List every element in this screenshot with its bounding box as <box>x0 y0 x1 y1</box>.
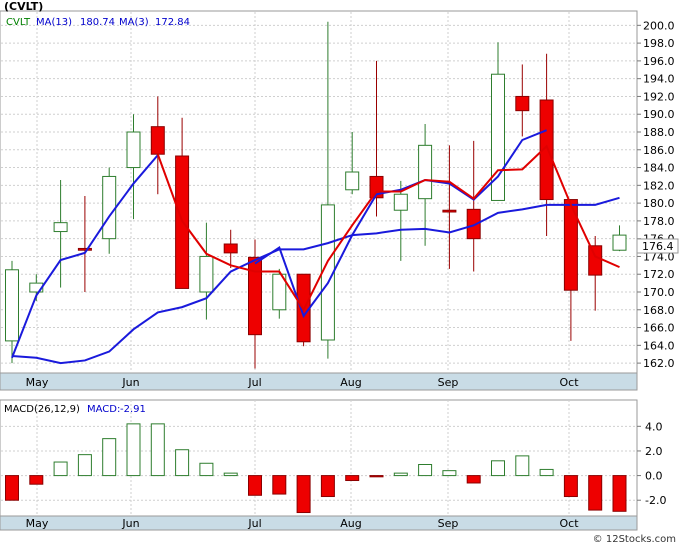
candle-body <box>223 243 238 254</box>
macd-bar <box>588 475 603 511</box>
macd-bar <box>126 423 141 477</box>
price-ytick-label: 162.0 <box>643 357 675 370</box>
price-ytick-label: 164.0 <box>643 339 675 352</box>
macd-legend-value: -2.91 <box>120 404 146 415</box>
price-ytick-label: 200.0 <box>643 19 675 32</box>
last-price-label: 176.4 <box>642 240 674 253</box>
candle-body <box>5 269 19 342</box>
price-xtick-label: Oct <box>559 376 579 389</box>
candle-body <box>442 209 457 213</box>
price-y-axis: 162.0164.0166.0168.0170.0172.0174.0176.0… <box>637 19 675 370</box>
price-ytick-label: 170.0 <box>643 286 675 299</box>
chart-title: (CVLT) <box>4 0 43 13</box>
candle-body <box>612 234 627 251</box>
macd-bar <box>539 468 554 477</box>
macd-bar <box>175 449 190 477</box>
price-ytick-label: 172.0 <box>643 268 675 281</box>
macd-bar <box>442 470 457 477</box>
macd-panel-frame <box>0 399 638 517</box>
candle-body <box>248 256 262 336</box>
macd-bar <box>199 462 214 477</box>
stock-chart: 162.0164.0166.0168.0170.0172.0174.0176.0… <box>0 0 679 545</box>
macd-xtick-label: Oct <box>559 517 579 530</box>
macd-ytick-label: 0.0 <box>645 470 663 483</box>
price-ytick-label: 184.0 <box>643 162 675 175</box>
price-xtick-label: Aug <box>340 376 361 389</box>
macd-ytick-label: 2.0 <box>645 445 663 458</box>
legend-ma13-value: 180.74 <box>80 17 115 28</box>
macd-y-axis: -2.0 0.0 2.0 4.0 <box>637 420 666 507</box>
legend-ticker: CVLT <box>6 17 31 28</box>
macd-bar <box>515 455 530 477</box>
candle-body <box>515 95 530 112</box>
macd-bar <box>491 460 505 477</box>
candle-body <box>126 131 141 169</box>
candle-body <box>199 255 214 293</box>
price-xtick-label: Sep <box>438 376 459 389</box>
price-ytick-label: 198.0 <box>643 37 675 50</box>
macd-ytick-label: 4.0 <box>645 420 663 433</box>
macd-bar <box>248 475 262 496</box>
macd-legend-label: MACD: <box>87 404 120 415</box>
price-x-axis-band <box>0 372 638 391</box>
macd-bar <box>102 438 117 477</box>
price-ytick-label: 182.0 <box>643 179 675 192</box>
macd-xtick-label: Sep <box>438 517 459 530</box>
macd-ytick-label: -2.0 <box>645 494 666 507</box>
macd-bar <box>223 472 238 477</box>
macd-bar <box>369 475 384 478</box>
price-ytick-label: 168.0 <box>643 304 675 317</box>
macd-bar <box>29 475 44 485</box>
price-panel-frame <box>0 10 638 391</box>
macd-bar <box>345 475 360 482</box>
legend-ma13-label: MA(13) <box>36 17 72 28</box>
price-ytick-label: 188.0 <box>643 126 675 139</box>
macd-xtick-label: Aug <box>340 517 361 530</box>
price-ytick-label: 180.0 <box>643 197 675 210</box>
macd-bar <box>77 454 92 477</box>
legend-ma3-label: MA(3) <box>119 17 149 28</box>
candle-body <box>150 126 165 155</box>
macd-bar <box>393 472 408 477</box>
macd-bar <box>466 475 481 484</box>
macd-xtick-label: Jun <box>121 517 139 530</box>
price-ytick-label: 192.0 <box>643 90 675 103</box>
price-xtick-label: Jun <box>121 376 139 389</box>
macd-bar <box>5 475 19 501</box>
price-ytick-label: 190.0 <box>643 108 675 121</box>
macd-bar <box>320 475 335 498</box>
candle-body <box>345 171 360 191</box>
macd-x-axis-band <box>0 515 638 531</box>
candle-body <box>77 247 92 251</box>
candle-body <box>102 175 117 240</box>
macd-bar <box>150 423 165 477</box>
price-ytick-label: 186.0 <box>643 144 675 157</box>
macd-bar <box>272 475 287 495</box>
price-ytick-label: 166.0 <box>643 322 675 335</box>
candle-body <box>53 222 68 233</box>
price-xtick-label: Jul <box>247 376 261 389</box>
legend-ma3-value: 172.84 <box>155 17 190 28</box>
macd-bar <box>612 475 627 512</box>
macd-bar <box>563 475 578 498</box>
price-ytick-label: 196.0 <box>643 55 675 68</box>
macd-legend-title: MACD(26,12,9) <box>4 404 80 415</box>
macd-xtick-label: May <box>26 517 49 530</box>
price-ytick-label: 178.0 <box>643 215 675 228</box>
candle-body <box>418 144 433 200</box>
macd-bar <box>418 464 433 477</box>
watermark: © 12Stocks.com <box>593 534 676 545</box>
price-ytick-label: 194.0 <box>643 73 675 86</box>
macd-bar <box>53 461 68 477</box>
price-xtick-label: May <box>26 376 49 389</box>
macd-xtick-label: Jul <box>247 517 261 530</box>
candle-body <box>393 193 408 211</box>
macd-bar <box>296 475 311 514</box>
candle-body <box>588 245 603 276</box>
